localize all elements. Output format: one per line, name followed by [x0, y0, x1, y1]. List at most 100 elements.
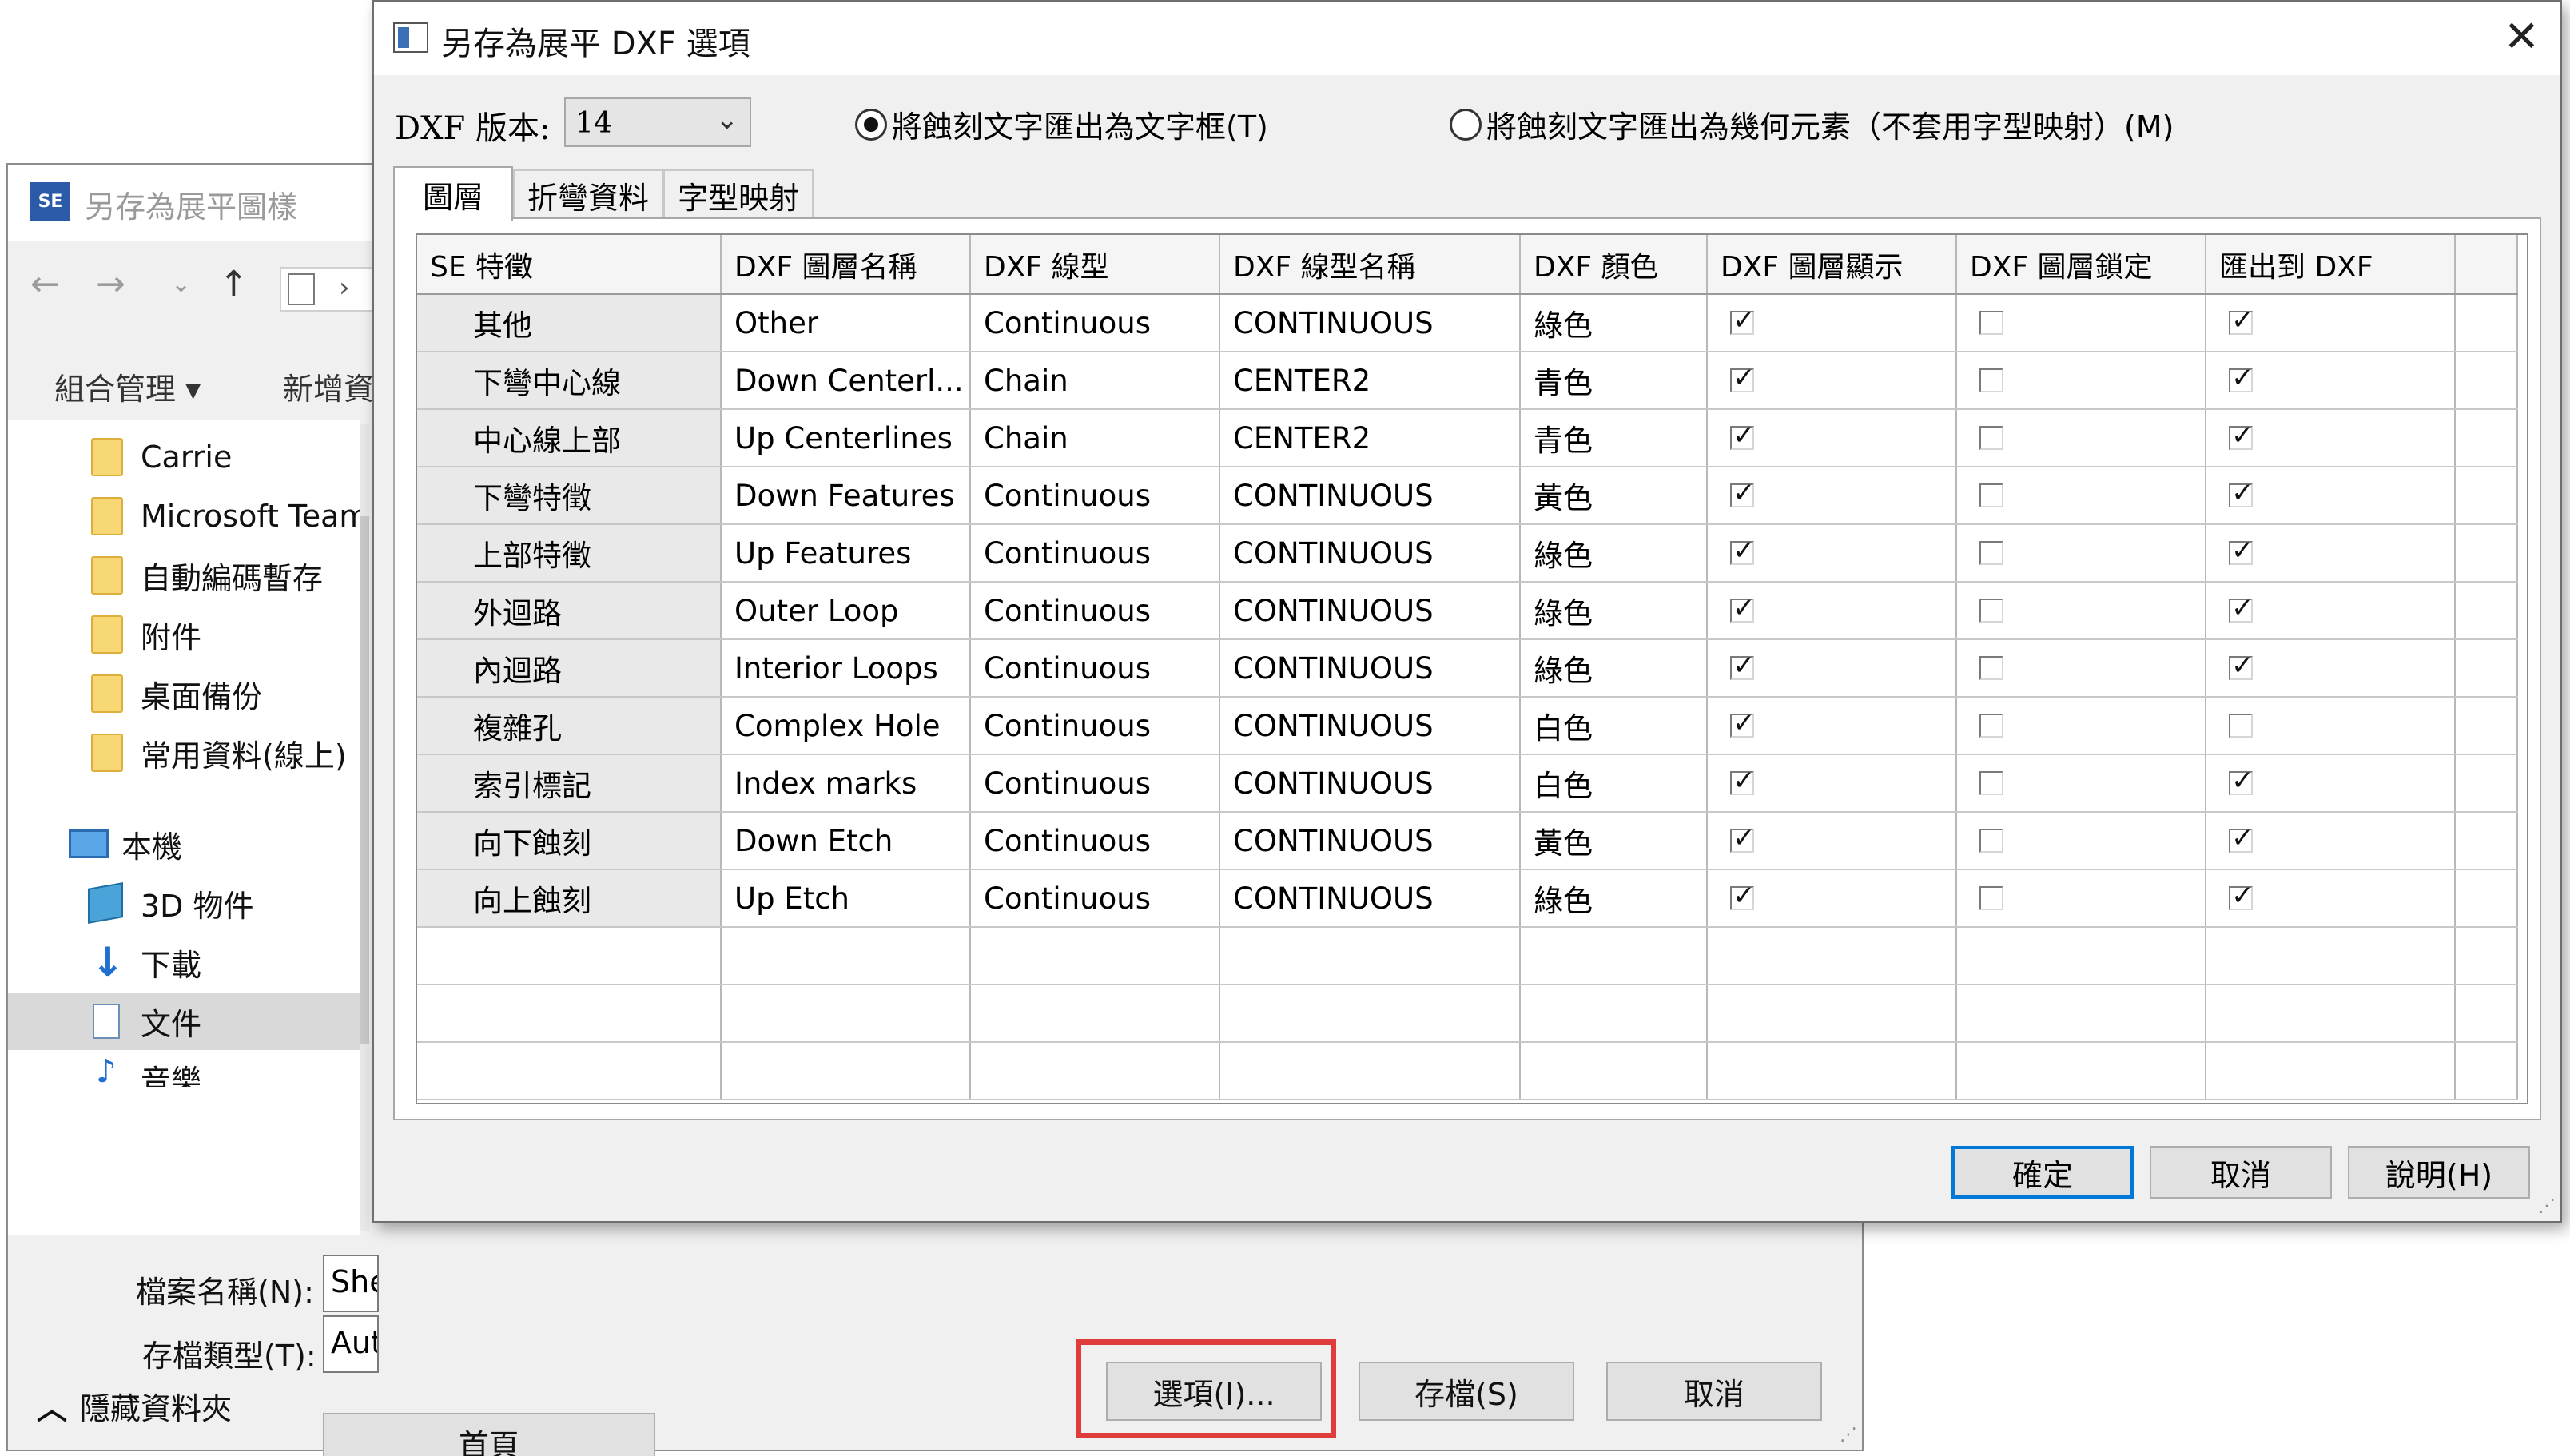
radio-export-text-box[interactable]: 將蝕刻文字匯出為文字框(T): [855, 102, 1268, 146]
tree-item-microsoft-teams[interactable]: Microsoft Team: [8, 487, 360, 545]
filename-input[interactable]: She: [323, 1255, 379, 1312]
lock-checkbox[interactable]: [1979, 885, 2003, 910]
cell-color[interactable]: 綠色: [1520, 869, 1708, 928]
cell-linetype[interactable]: Continuous: [970, 869, 1220, 928]
new-folder-button[interactable]: 新增資: [283, 364, 374, 408]
cancel-button[interactable]: 取消: [1606, 1362, 1822, 1421]
column-header-layer-lock[interactable]: DXF 圖層鎖定: [1956, 235, 2206, 295]
cell-layer[interactable]: Up Centerlines: [721, 409, 971, 467]
cell-layer[interactable]: Down Centerl...: [721, 352, 971, 410]
tab-layers[interactable]: 圖層: [393, 166, 513, 221]
cell-linetype[interactable]: Continuous: [970, 754, 1220, 813]
radio-export-geometry[interactable]: 將蝕刻文字匯出為幾何元素（不套用字型映射）(M): [1450, 102, 2174, 146]
cell-layer[interactable]: Other: [721, 294, 971, 352]
show-checkbox[interactable]: [1730, 362, 1756, 394]
export-checkbox[interactable]: [2229, 420, 2254, 452]
cell-color[interactable]: 黃色: [1520, 467, 1708, 525]
table-row[interactable]: 複雜孔 Complex Hole Continuous CONTINUOUS 白色: [417, 697, 2518, 755]
export-checkbox[interactable]: [2229, 362, 2254, 394]
cell-layer[interactable]: Down Etch: [721, 812, 971, 870]
cell-linetype-name[interactable]: CENTER2: [1219, 352, 1521, 410]
cell-feature[interactable]: 索引標記: [417, 754, 722, 813]
cell-feature[interactable]: 上部特徵: [417, 524, 722, 583]
tree-item-desktop-backup[interactable]: 桌面備份: [8, 665, 360, 722]
table-row[interactable]: 向上蝕刻 Up Etch Continuous CONTINUOUS 綠色: [417, 869, 2518, 928]
cell-feature[interactable]: 其他: [417, 294, 722, 352]
cell-layer[interactable]: Up Features: [721, 524, 971, 583]
column-header-layer-name[interactable]: DXF 圖層名稱: [721, 235, 971, 295]
show-checkbox[interactable]: [1730, 420, 1756, 452]
cell-linetype-name[interactable]: CENTER2: [1219, 409, 1521, 467]
save-button[interactable]: 存檔(S): [1359, 1362, 1574, 1421]
cell-feature[interactable]: 向上蝕刻: [417, 869, 722, 928]
back-arrow-icon[interactable]: ←: [30, 264, 60, 304]
cell-color[interactable]: 綠色: [1520, 639, 1708, 698]
lock-checkbox[interactable]: [1979, 540, 2003, 565]
table-row[interactable]: 內迴路 Interior Loops Continuous CONTINUOUS 綠色: [417, 639, 2518, 698]
column-header-se-feature[interactable]: SE 特徵: [417, 235, 722, 295]
tree-item-attachments[interactable]: 附件: [8, 606, 360, 663]
forward-arrow-icon[interactable]: →: [96, 264, 125, 304]
lock-checkbox[interactable]: [1979, 598, 2003, 623]
show-checkbox[interactable]: [1730, 880, 1756, 912]
show-checkbox[interactable]: [1730, 592, 1756, 624]
close-icon[interactable]: ✕: [2504, 11, 2540, 62]
filetype-select[interactable]: Aut: [323, 1315, 379, 1373]
tree-item-documents[interactable]: 文件: [8, 993, 360, 1050]
column-header-linetype[interactable]: DXF 線型: [970, 235, 1220, 295]
tab-bend-data[interactable]: 折彎資料: [513, 169, 663, 219]
cell-linetype[interactable]: Chain: [970, 352, 1220, 410]
column-header-layer-show[interactable]: DXF 圖層顯示: [1707, 235, 1957, 295]
cell-linetype[interactable]: Continuous: [970, 812, 1220, 870]
dxf-version-select[interactable]: 14 ⌄: [564, 97, 751, 147]
tree-item-this-pc[interactable]: 本機: [8, 815, 360, 873]
table-row[interactable]: 中心線上部 Up Centerlines Chain CENTER2 青色: [417, 409, 2518, 467]
dialog-resize-grip-icon[interactable]: ⋰: [2538, 1196, 2556, 1216]
cell-linetype[interactable]: Continuous: [970, 467, 1220, 525]
export-checkbox[interactable]: [2229, 880, 2254, 912]
show-checkbox[interactable]: [1730, 304, 1756, 336]
show-checkbox[interactable]: [1730, 822, 1756, 854]
tree-item-auto-encode[interactable]: 自動編碼暫存: [8, 547, 360, 604]
export-checkbox[interactable]: [2229, 592, 2254, 624]
lock-checkbox[interactable]: [1979, 425, 2003, 450]
tree-item-3d-objects[interactable]: 3D 物件: [8, 874, 360, 932]
chevron-right-icon[interactable]: ›: [339, 272, 350, 304]
up-arrow-icon[interactable]: ↑: [219, 264, 249, 304]
tree-item-downloads[interactable]: ↓ 下載: [8, 933, 360, 991]
lock-checkbox[interactable]: [1979, 828, 2003, 853]
cell-feature[interactable]: 下彎特徵: [417, 467, 722, 525]
export-checkbox[interactable]: [2229, 477, 2254, 509]
cell-color[interactable]: 青色: [1520, 409, 1708, 467]
cell-feature[interactable]: 外迴路: [417, 582, 722, 640]
cell-feature[interactable]: 中心線上部: [417, 409, 722, 467]
lock-checkbox[interactable]: [1979, 770, 2003, 795]
cell-linetype[interactable]: Continuous: [970, 582, 1220, 640]
cell-linetype[interactable]: Continuous: [970, 524, 1220, 583]
resize-grip-icon[interactable]: ⋰: [1840, 1425, 1857, 1445]
export-checkbox[interactable]: [2229, 304, 2254, 336]
cell-linetype[interactable]: Continuous: [970, 697, 1220, 755]
recent-locations-icon[interactable]: ⌄: [171, 270, 191, 298]
cell-linetype-name[interactable]: CONTINUOUS: [1219, 812, 1521, 870]
cell-layer[interactable]: Index marks: [721, 754, 971, 813]
table-row[interactable]: 向下蝕刻 Down Etch Continuous CONTINUOUS 黃色: [417, 812, 2518, 870]
cell-color[interactable]: 綠色: [1520, 582, 1708, 640]
export-checkbox[interactable]: [2229, 822, 2254, 854]
lock-checkbox[interactable]: [1979, 368, 2003, 392]
home-button[interactable]: 首頁: [323, 1413, 655, 1456]
export-checkbox[interactable]: [2229, 535, 2254, 567]
ok-button[interactable]: 確定: [1951, 1146, 2134, 1199]
cell-layer[interactable]: Complex Hole: [721, 697, 971, 755]
cell-layer[interactable]: Down Features: [721, 467, 971, 525]
tree-item-carrie[interactable]: Carrie: [8, 428, 360, 486]
cell-linetype-name[interactable]: CONTINUOUS: [1219, 294, 1521, 352]
table-row[interactable]: 上部特徵 Up Features Continuous CONTINUOUS 綠色: [417, 524, 2518, 583]
show-checkbox[interactable]: [1730, 477, 1756, 509]
cell-color[interactable]: 白色: [1520, 754, 1708, 813]
cell-color[interactable]: 綠色: [1520, 294, 1708, 352]
cell-layer[interactable]: Interior Loops: [721, 639, 971, 698]
tab-font-mapping[interactable]: 字型映射: [663, 169, 814, 219]
organize-menu[interactable]: 組合管理 ▾: [54, 364, 201, 408]
cell-color[interactable]: 白色: [1520, 697, 1708, 755]
